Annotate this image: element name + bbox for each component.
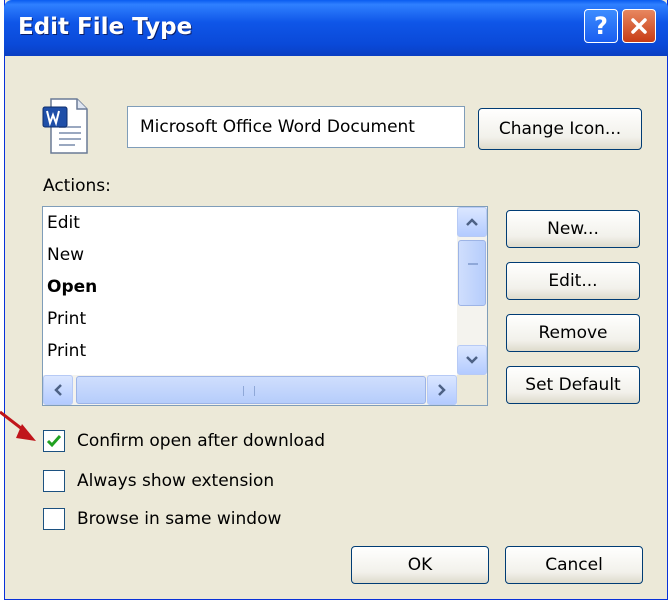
browse-same-window-checkbox[interactable] [43,508,65,530]
actions-list-items: EditNewOpenPrintPrintSave As [43,207,457,375]
edit-action-button[interactable]: Edit... [506,262,640,300]
edit-file-type-dialog: Edit File Type ? Microsoft Office Word D… [4,0,668,600]
scroll-left-button[interactable] [43,375,73,405]
remove-action-button[interactable]: Remove [506,314,640,352]
chevron-left-icon [54,384,62,396]
confirm-open-label[interactable]: Confirm open after download [77,431,325,451]
confirm-open-checkbox[interactable] [43,430,65,452]
chevron-right-icon [438,384,446,396]
annotation-arrow-icon [0,410,36,441]
close-button[interactable] [622,9,656,43]
scroll-right-button[interactable] [427,375,457,405]
action-list-item[interactable]: New [43,239,457,271]
action-list-item[interactable]: Open [43,271,457,303]
vertical-scrollbar[interactable] [457,207,487,375]
action-list-item[interactable]: Edit [43,207,457,239]
chevron-down-icon [466,356,478,364]
scrollbar-corner [457,375,487,405]
window-title: Edit File Type [18,14,193,40]
close-icon [631,18,647,34]
always-show-extension-label[interactable]: Always show extension [77,471,274,491]
chevron-up-icon [466,218,478,226]
ok-button[interactable]: OK [351,546,489,584]
action-list-item[interactable]: Print [43,335,457,367]
title-bar[interactable]: Edit File Type ? [4,0,668,56]
scroll-down-button[interactable] [457,345,487,375]
help-icon: ? [594,12,608,40]
browse-same-window-label[interactable]: Browse in same window [77,509,281,529]
action-list-item[interactable]: Save As [43,367,457,375]
action-list-item[interactable]: Print [43,303,457,335]
always-show-extension-checkbox[interactable] [43,470,65,492]
horizontal-scrollbar[interactable] [43,375,457,405]
help-button[interactable]: ? [584,9,618,43]
actions-list[interactable]: EditNewOpenPrintPrintSave As [42,206,488,406]
set-default-button[interactable]: Set Default [506,366,640,404]
vertical-scroll-thumb[interactable] [458,240,486,306]
word-document-icon [41,97,91,155]
change-icon-button[interactable]: Change Icon... [478,108,642,150]
horizontal-scroll-thumb[interactable] [76,376,426,404]
file-type-name-field[interactable]: Microsoft Office Word Document [127,106,465,148]
checkmark-icon [46,435,62,448]
scroll-up-button[interactable] [457,207,487,237]
actions-label: Actions: [43,176,111,196]
new-action-button[interactable]: New... [506,210,640,248]
cancel-button[interactable]: Cancel [505,546,643,584]
